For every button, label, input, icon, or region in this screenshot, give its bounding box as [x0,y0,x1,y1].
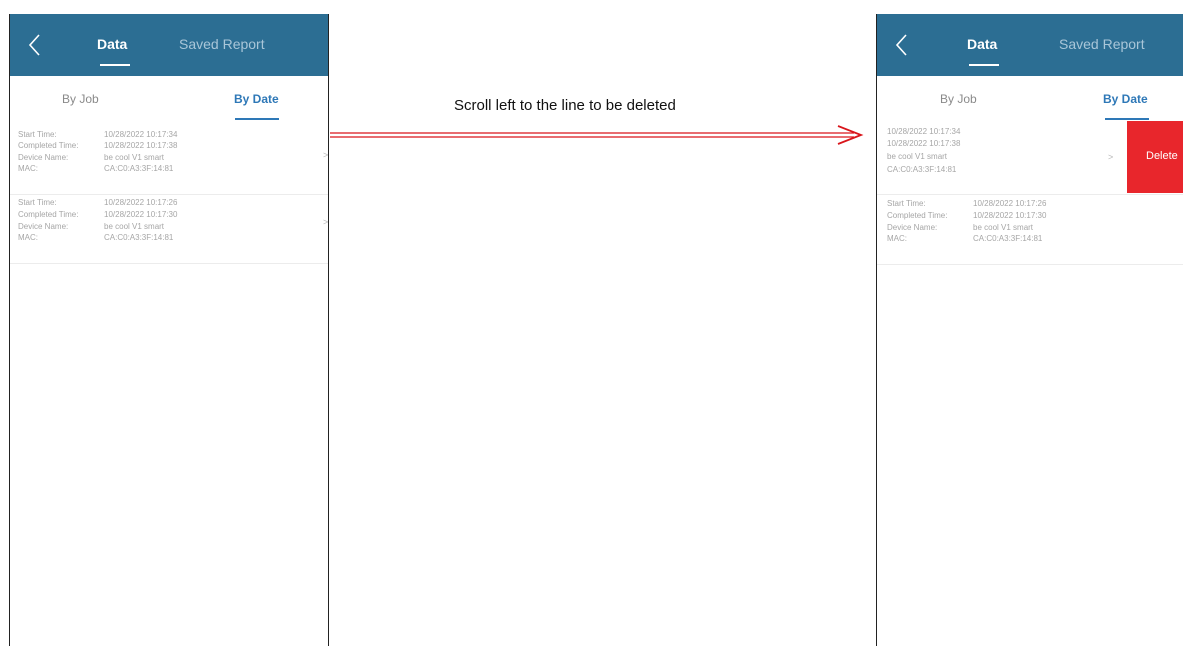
list-item[interactable]: Start Time: 10/28/2022 10:17:26 Complete… [877,196,1183,265]
subtab-bar: By Job By Date [10,76,328,120]
start-time-value: 10/28/2022 10:17:34 [104,130,178,139]
subtab-by-date[interactable]: By Date [234,92,279,106]
phone-screen-after: Data Saved Report By Job By Date 10/28/2… [876,14,1183,646]
start-time-label: Start Time: [18,198,57,207]
tab-data[interactable]: Data [97,36,127,52]
mac-value: CA:C0:A3:3F:14:81 [973,234,1043,243]
device-name-label: Device Name: [18,153,69,162]
subtab-bar: By Job By Date [877,76,1183,120]
delete-label: Delete [1146,150,1178,162]
device-name-value: be cool V1 smart [104,153,165,162]
completed-time-value: 10/28/2022 10:17:30 [973,211,1047,220]
delete-button[interactable]: Delete [1127,121,1183,193]
mac-label: MAC: [18,164,38,173]
start-time-value: 10/28/2022 10:17:26 [973,199,1047,208]
instruction-text: Scroll left to the line to be deleted [454,97,676,114]
chevron-right-icon: > [323,150,329,160]
completed-time-value: 10/28/2022 10:17:38 [887,139,961,148]
start-time-label: Start Time: [18,130,57,139]
header-bar: Data Saved Report [10,14,328,76]
tab-data-indicator [969,64,999,66]
phone-screen-before: Data Saved Report By Job By Date Start T… [9,14,329,646]
mac-value: CA:C0:A3:3F:14:81 [104,233,174,242]
device-name-value: be cool V1 smart [887,152,948,161]
subtab-by-date-indicator [235,118,279,120]
mac-label: MAC: [887,234,907,243]
device-name-label: Device Name: [887,223,938,232]
start-time-value: 10/28/2022 10:17:26 [104,198,178,207]
list-item[interactable]: Start Time: 10/28/2022 10:17:26 Complete… [10,195,328,264]
subtab-by-job[interactable]: By Job [62,92,99,106]
device-name-label: Device Name: [18,222,69,231]
completed-time-label: Completed Time: [887,211,948,220]
chevron-left-icon[interactable] [24,32,48,58]
completed-time-value: 10/28/2022 10:17:38 [104,141,178,150]
header-bar: Data Saved Report [877,14,1183,76]
device-name-value: be cool V1 smart [104,222,165,231]
completed-time-value: 10/28/2022 10:17:30 [104,210,178,219]
device-name-value: be cool V1 smart [973,223,1034,232]
mac-value: CA:C0:A3:3F:14:81 [887,165,957,174]
list-item[interactable]: Start Time: 10/28/2022 10:17:34 Complete… [10,126,328,195]
tab-saved-report[interactable]: Saved Report [1059,36,1145,52]
completed-time-label: Completed Time: [18,210,79,219]
tab-saved-report[interactable]: Saved Report [179,36,265,52]
subtab-by-date-indicator [1105,118,1149,120]
subtab-by-date[interactable]: By Date [1103,92,1148,106]
start-time-value: 10/28/2022 10:17:34 [887,127,961,136]
tab-data[interactable]: Data [967,36,997,52]
start-time-label: Start Time: [887,199,926,208]
mac-label: MAC: [18,233,38,242]
chevron-left-icon[interactable] [891,32,915,58]
arrow-right-icon [330,125,864,145]
chevron-right-icon: > [1108,152,1114,162]
subtab-by-job[interactable]: By Job [940,92,977,106]
completed-time-label: Completed Time: [18,141,79,150]
mac-value: CA:C0:A3:3F:14:81 [104,164,174,173]
chevron-right-icon: > [323,217,329,227]
tab-data-indicator [100,64,130,66]
